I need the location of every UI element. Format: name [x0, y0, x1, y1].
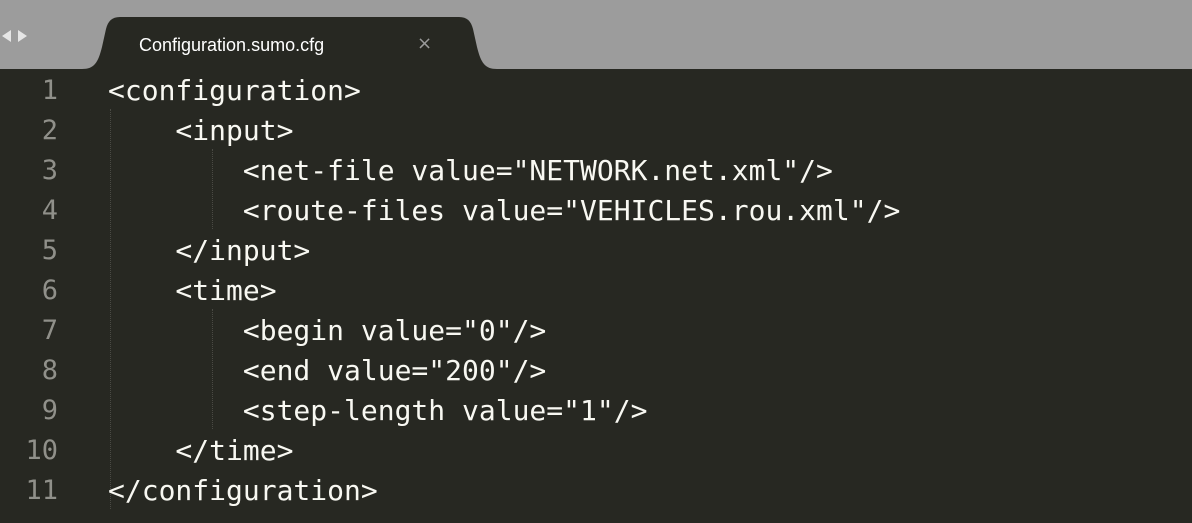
line-number-gutter: 1 2 3 4 5 6 7 8 9 10 11 [0, 69, 80, 523]
tab-title: Configuration.sumo.cfg [139, 35, 325, 55]
code-line[interactable]: </input> [108, 231, 310, 271]
nav-back-icon[interactable] [2, 30, 11, 42]
line-number: 6 [41, 275, 58, 306]
close-icon[interactable]: × [417, 33, 432, 54]
line-number: 1 [41, 75, 58, 106]
code-editor[interactable]: 1 2 3 4 5 6 7 8 9 10 11 <configuration> … [0, 69, 1192, 523]
code-line[interactable]: <begin value="0"/> [108, 311, 546, 351]
code-line[interactable]: </configuration> [108, 471, 378, 511]
tab-bar: Configuration.sumo.cfg × [0, 0, 1192, 69]
line-number: 3 [41, 155, 58, 186]
line-number: 8 [41, 355, 58, 386]
code-line[interactable]: <input> [108, 111, 293, 151]
code-line[interactable]: <configuration> [108, 71, 361, 111]
line-number: 11 [25, 475, 58, 506]
code-line[interactable]: <route-files value="VEHICLES.rou.xml"/> [108, 191, 900, 231]
nav-forward-icon[interactable] [18, 30, 27, 42]
code-line[interactable]: <end value="200"/> [108, 351, 546, 391]
tab-navigation [2, 26, 27, 46]
line-number: 4 [41, 195, 58, 226]
code-line[interactable]: <net-file value="NETWORK.net.xml"/> [108, 151, 833, 191]
code-line[interactable]: <time> [108, 271, 276, 311]
code-line[interactable]: <step-length value="1"/> [108, 391, 648, 431]
line-number: 5 [41, 235, 58, 266]
tab-configuration-sumo-cfg[interactable]: Configuration.sumo.cfg × [82, 17, 497, 69]
line-number: 7 [41, 315, 58, 346]
code-line[interactable]: </time> [108, 431, 293, 471]
line-number: 9 [41, 395, 58, 426]
line-number: 2 [41, 115, 58, 146]
editor-window: Configuration.sumo.cfg × 1 2 3 4 5 6 7 8… [0, 0, 1192, 523]
line-number: 10 [25, 435, 58, 466]
